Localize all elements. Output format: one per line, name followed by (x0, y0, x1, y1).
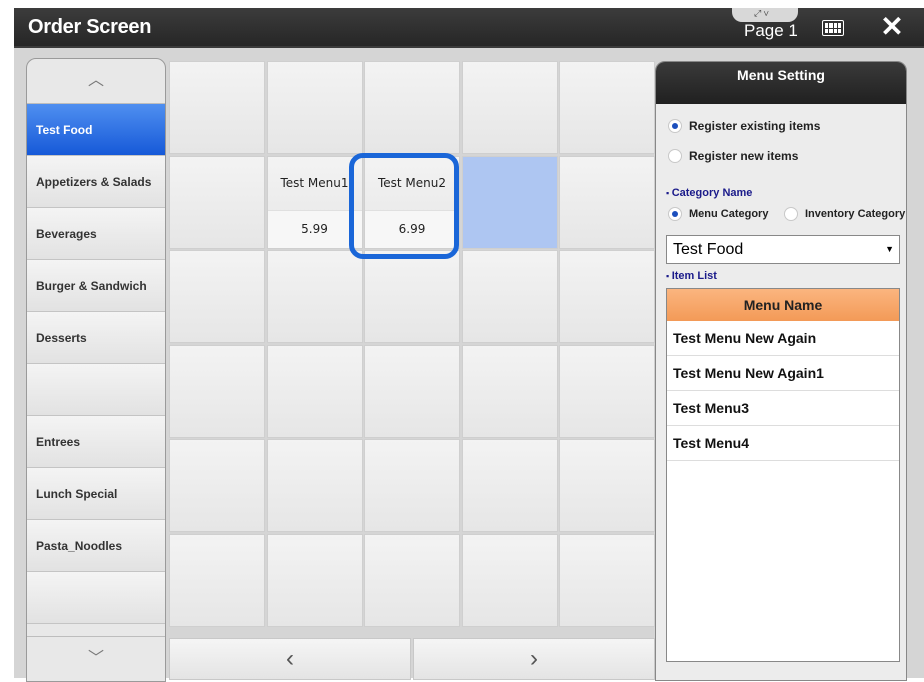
menu-cell[interactable] (266, 344, 363, 438)
sidebar-item-burger-sandwich[interactable]: Burger & Sandwich (27, 260, 165, 312)
grid-pager: ‹ › (169, 638, 655, 680)
menu-cell[interactable] (169, 61, 265, 154)
register-existing-label: Register existing items (689, 119, 821, 133)
menu-cell[interactable] (559, 155, 655, 249)
category-name-label: Category Name (666, 187, 753, 199)
sidebar-item-pasta-noodles[interactable]: Pasta_Noodles (27, 520, 165, 572)
close-button[interactable]: ✕ (876, 12, 908, 42)
menu-cell[interactable] (169, 344, 265, 438)
category-select[interactable]: Test Food ▼ (666, 235, 900, 264)
menu-grid: Test Menu1 5.99 Test Menu2 6.99 (169, 61, 655, 629)
menu-category-option[interactable]: Menu Category (668, 207, 768, 221)
menu-item-price: 5.99 (267, 209, 362, 248)
radio-unselected-icon[interactable] (784, 207, 798, 221)
menu-cell[interactable] (266, 533, 363, 627)
keyboard-icon[interactable] (822, 20, 844, 36)
menu-item-button[interactable]: Test Menu2 6.99 (364, 155, 460, 249)
radio-unselected-icon[interactable] (668, 149, 682, 163)
menu-item-name: Test Menu2 (377, 175, 447, 190)
sidebar-item-desserts[interactable]: Desserts (27, 312, 165, 364)
menu-item-name: Test Menu1 (280, 175, 349, 190)
item-list-row[interactable]: Test Menu New Again1 (667, 356, 899, 391)
menu-cell[interactable] (559, 533, 655, 627)
scroll-up-button[interactable]: ︿ (27, 59, 165, 104)
main-content: ︿ Test Food Appetizers & Salads Beverages B… (14, 48, 924, 682)
menu-cell[interactable] (559, 439, 655, 532)
menu-item-price: 6.99 (365, 209, 459, 248)
scroll-down-button[interactable]: ﹀ (27, 636, 165, 681)
menu-cell[interactable] (461, 61, 558, 154)
expand-collapse-icon[interactable]: ⤢ ∨ (754, 8, 769, 19)
menu-category-label: Menu Category (689, 208, 769, 220)
next-page-button[interactable]: › (413, 638, 655, 680)
item-list: Menu Name Test Menu New Again Test Menu N… (666, 288, 900, 662)
sidebar-item-beverages[interactable]: Beverages (27, 208, 165, 260)
menu-cell[interactable] (169, 439, 265, 532)
menu-cell[interactable] (266, 61, 363, 154)
item-list-header: Menu Name (667, 289, 899, 321)
menu-cell[interactable] (364, 439, 460, 532)
menu-cell[interactable] (169, 533, 265, 627)
menu-cell[interactable] (461, 250, 558, 343)
item-list-row[interactable]: Test Menu New Again (667, 321, 899, 356)
menu-cell[interactable] (266, 439, 363, 532)
item-list-row[interactable]: Test Menu3 (667, 391, 899, 426)
menu-cell[interactable] (461, 439, 558, 532)
menu-cell[interactable] (364, 250, 460, 343)
inventory-category-label: Inventory Category (805, 208, 906, 220)
menu-cell-selected[interactable] (461, 155, 558, 249)
menu-cell[interactable] (364, 344, 460, 438)
order-screen-window: Order Screen ⤢ ∨ Page 1 ✕ ︿ Test Food App… (14, 8, 924, 682)
inventory-category-option[interactable]: Inventory Category (784, 207, 905, 221)
window-title: Order Screen (28, 16, 152, 38)
register-existing-option[interactable]: Register existing items (668, 119, 820, 133)
menu-item-button[interactable]: Test Menu1 5.99 (266, 155, 363, 249)
menu-cell[interactable] (169, 155, 265, 249)
sidebar-item-appetizers-salads[interactable]: Appetizers & Salads (27, 156, 165, 208)
menu-cell[interactable] (461, 533, 558, 627)
menu-setting-panel: Menu Setting Register existing items Reg… (655, 61, 907, 681)
previous-page-button[interactable]: ‹ (169, 638, 411, 680)
menu-cell[interactable] (364, 533, 460, 627)
sidebar-item-entrees[interactable]: Entrees (27, 416, 165, 468)
item-list-row[interactable]: Test Menu4 (667, 426, 899, 461)
sidebar-item-empty-5[interactable] (27, 364, 165, 416)
sidebar-item-empty-9[interactable] (27, 572, 165, 624)
sidebar-item-lunch-special[interactable]: Lunch Special (27, 468, 165, 520)
panel-title: Menu Setting (656, 62, 906, 104)
menu-cell[interactable] (169, 250, 265, 343)
sidebar-item-test-food[interactable]: Test Food (27, 104, 165, 156)
item-list-label: Item List (666, 270, 717, 282)
category-sidebar: ︿ Test Food Appetizers & Salads Beverages B… (26, 58, 166, 682)
dropdown-caret-icon: ▼ (885, 244, 894, 254)
radio-selected-icon[interactable] (668, 207, 682, 221)
menu-cell[interactable] (559, 250, 655, 343)
menu-cell[interactable] (559, 61, 655, 154)
menu-cell[interactable] (559, 344, 655, 438)
radio-selected-icon[interactable] (668, 119, 682, 133)
menu-cell[interactable] (461, 344, 558, 438)
category-select-value: Test Food (673, 241, 744, 258)
register-new-option[interactable]: Register new items (668, 149, 798, 163)
page-indicator: Page 1 (744, 21, 798, 40)
menu-cell[interactable] (266, 250, 363, 343)
title-bar: Order Screen ⤢ ∨ Page 1 ✕ (14, 8, 924, 46)
menu-cell[interactable] (364, 61, 460, 154)
register-new-label: Register new items (689, 149, 799, 163)
